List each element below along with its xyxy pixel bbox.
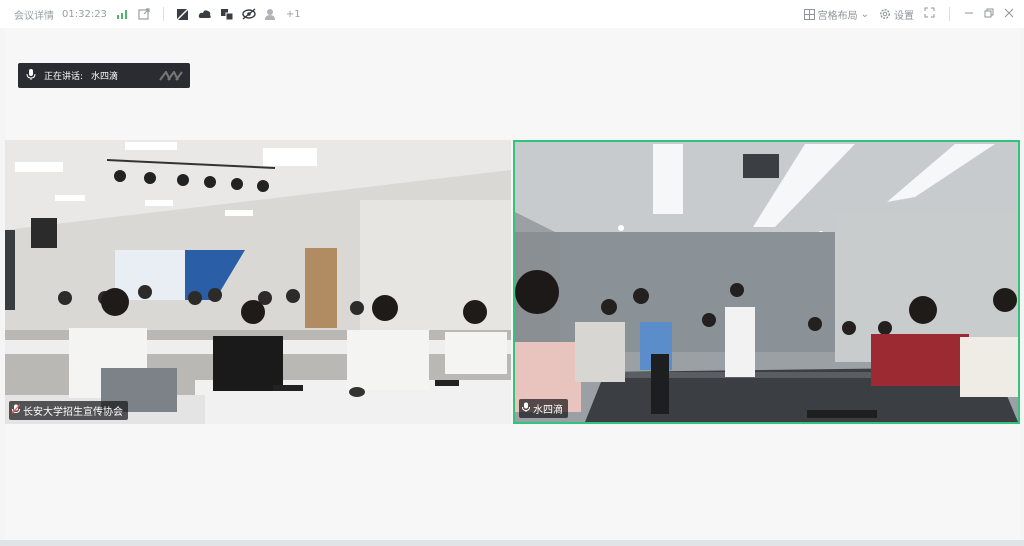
participant-count: +1 [285,8,301,20]
participant-label: 长安大学招生宣传协会 [9,401,128,420]
grid-icon [803,8,815,20]
microphone-icon [26,68,36,83]
hide-video-icon[interactable] [242,7,256,21]
participants-icon[interactable] [264,7,278,21]
meeting-room-video [515,142,1018,422]
whiteboard-off-icon[interactable] [176,7,190,21]
share-link-icon[interactable] [137,7,151,21]
chevron-down-icon: ⌄ [860,8,869,20]
settings-button-label: 设置 [894,10,914,22]
speaking-prefix: 正在讲话: [44,72,84,82]
speaking-indicator: 正在讲话: 水四滴 [18,63,190,88]
participant-name: 长安大学招生宣传协会 [23,407,123,418]
app-watermark-icon [159,70,183,81]
speaking-name: 水四滴 [91,72,119,82]
meeting-timer: 01:32:23 [62,8,107,20]
divider [949,7,950,21]
classroom-video [5,140,511,424]
participant-label: 水四滴 [519,399,568,418]
microphone-muted-icon [11,404,21,417]
settings-button[interactable]: 设置 [879,7,914,22]
participant-name: 水四滴 [533,405,563,416]
layout-button-label: 宫格布局 [817,10,858,22]
minimize-icon[interactable] [964,8,974,21]
video-tile-left[interactable]: 长安大学招生宣传协会 [5,140,511,424]
title-bar: 会议详情 01:32:23 +1 宫格布局 ⌄ 设置 [0,0,1024,28]
bottom-edge [0,540,1024,546]
fullscreen-icon[interactable] [924,7,935,21]
signal-icon[interactable] [115,7,129,21]
microphone-icon [522,402,530,415]
video-stage: 正在讲话: 水四滴 长安大学招生宣传协会 水四滴 [5,28,1020,540]
layout-button[interactable]: 宫格布局 ⌄ [803,7,869,22]
translate-icon[interactable] [220,7,234,21]
restore-icon[interactable] [984,8,994,21]
divider [162,7,164,21]
close-icon[interactable] [1004,8,1014,21]
meeting-details-link[interactable]: 会议详情 [14,7,54,22]
gear-icon [880,9,890,19]
cloud-record-icon[interactable] [198,7,212,21]
video-tile-right-active[interactable]: 水四滴 [513,140,1020,424]
